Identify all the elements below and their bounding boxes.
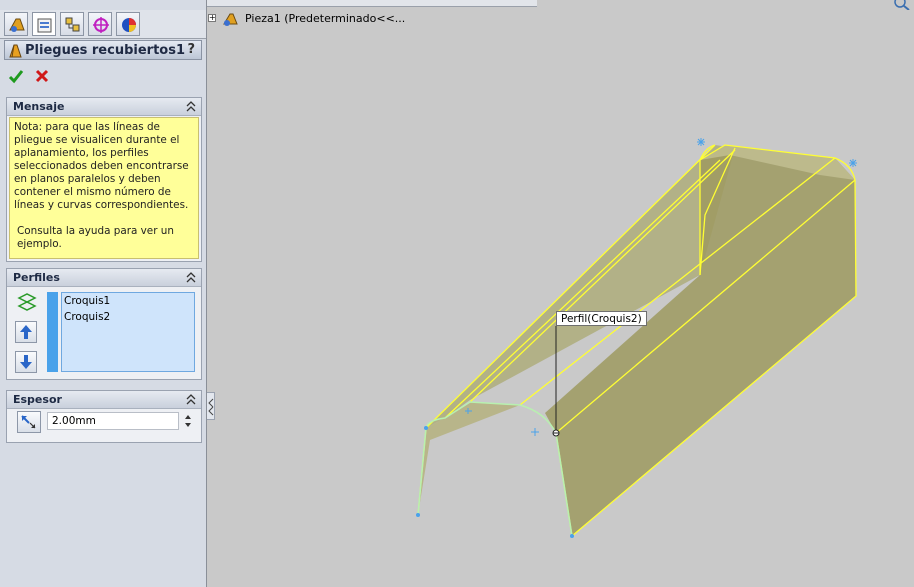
graphics-viewport[interactable] — [0, 0, 914, 587]
zoom-magnifier-icon[interactable] — [893, 0, 913, 10]
profile-tooltip: Perfil(Croquis2) — [556, 311, 647, 326]
sheet-metal-model — [416, 138, 857, 538]
part-label[interactable]: Pieza1 (Predeterminado<<... — [245, 12, 405, 25]
part-icon — [223, 13, 238, 26]
expand-toggle[interactable]: + — [208, 14, 216, 22]
